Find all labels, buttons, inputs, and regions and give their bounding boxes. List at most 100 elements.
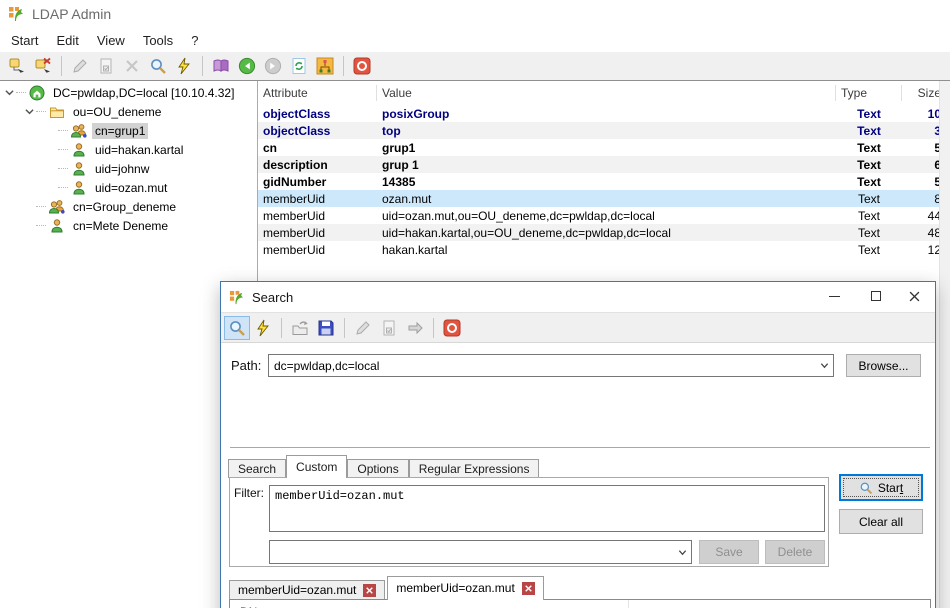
tree-item-ozan-mut[interactable]: uid=ozan.mut <box>0 178 257 197</box>
result-tab-label: memberUid=ozan.mut <box>238 583 357 597</box>
column-header-type[interactable]: Type <box>836 85 902 101</box>
filter-label: Filter: <box>234 486 264 500</box>
close-icon <box>909 291 919 301</box>
stop-search-button[interactable] <box>439 316 465 340</box>
tree-item-label: cn=Group_deneme <box>73 199 177 214</box>
toolbar-separator <box>281 317 282 338</box>
search-button[interactable] <box>145 54 171 78</box>
close-tab-icon[interactable] <box>363 583 377 597</box>
tree-item-mete-deneme[interactable]: cn=Mete Deneme <box>0 216 257 235</box>
app-logo-icon <box>9 7 23 21</box>
browse-button[interactable]: Browse... <box>846 354 921 377</box>
tree-item-group-deneme[interactable]: cn=Group_deneme <box>0 197 257 216</box>
person-icon <box>51 218 63 232</box>
edit-result-attributes-button[interactable] <box>376 316 402 340</box>
schema-browser-button[interactable] <box>208 54 234 78</box>
chevron-down-icon[interactable] <box>2 88 16 97</box>
chevron-down-icon[interactable] <box>815 361 833 370</box>
tree-item-hakan-kartal[interactable]: uid=hakan.kartal <box>0 140 257 159</box>
save-filter-button[interactable]: Save <box>699 540 759 564</box>
path-combobox[interactable]: dc=pwldap,dc=local <box>268 354 834 377</box>
table-row[interactable]: cn grup1 Text 5 <box>258 139 950 156</box>
maximize-icon <box>871 291 881 301</box>
chevron-down-icon[interactable] <box>673 548 691 557</box>
menu-edit[interactable]: Edit <box>47 30 87 51</box>
table-row[interactable]: memberUid hakan.kartal Text 12 <box>258 241 950 258</box>
person-icon <box>73 142 85 156</box>
navigate-forward-button[interactable] <box>260 54 286 78</box>
tab-options[interactable]: Options <box>347 459 409 478</box>
document-check-icon <box>100 58 112 74</box>
table-row[interactable]: memberUid uid=hakan.kartal,ou=OU_deneme,d… <box>258 224 950 241</box>
menu-start[interactable]: Start <box>2 30 47 51</box>
close-tab-icon[interactable] <box>521 581 535 595</box>
results-column-header-dn[interactable]: DN <box>230 600 930 608</box>
app-title: LDAP Admin <box>32 6 112 22</box>
directory-tree-button[interactable] <box>312 54 338 78</box>
vertical-scrollbar[interactable] <box>939 81 950 608</box>
path-label: Path: <box>231 358 262 373</box>
search-dialog: Search Path: dc=pwldap,dc=local Browse..… <box>220 281 936 608</box>
edit-entry-button[interactable] <box>67 54 93 78</box>
menu-tools[interactable]: Tools <box>134 30 182 51</box>
tree-item-ou-deneme[interactable]: ou=OU_deneme <box>0 102 257 121</box>
table-row-selected[interactable]: memberUid ozan.mut Text 8 <box>258 190 950 207</box>
fast-search-button[interactable] <box>171 54 197 78</box>
tree-item-johnw[interactable]: uid=johnw <box>0 159 257 178</box>
tree-item-grup1[interactable]: cn=grup1 <box>0 121 257 140</box>
goto-entry-button[interactable] <box>402 316 428 340</box>
search-dialog-titlebar[interactable]: Search <box>221 282 935 312</box>
table-row[interactable]: objectClass posixGroup Text 10 <box>258 105 950 122</box>
table-row[interactable]: description grup 1 Text 6 <box>258 156 950 173</box>
tab-custom[interactable]: Custom <box>286 455 348 478</box>
filter-input[interactable]: memberUid=ozan.mut <box>269 485 825 532</box>
result-tab-1[interactable]: memberUid=ozan.mut <box>229 580 386 600</box>
table-row[interactable]: objectClass top Text 3 <box>258 122 950 139</box>
main-titlebar: LDAP Admin <box>0 0 950 28</box>
path-value: dc=pwldap,dc=local <box>274 358 380 373</box>
column-header-attribute[interactable]: Attribute <box>258 85 377 101</box>
server-icon <box>29 85 45 100</box>
save-results-button[interactable] <box>313 316 339 340</box>
table-row[interactable]: memberUid uid=ozan.mut,ou=OU_deneme,dc=pw… <box>258 207 950 224</box>
main-menubar: Start Edit View Tools ? <box>0 28 950 52</box>
close-button[interactable] <box>897 282 931 310</box>
fast-search-mode-button[interactable] <box>250 316 276 340</box>
result-tab-2[interactable]: memberUid=ozan.mut <box>387 576 544 600</box>
start-button[interactable]: Start <box>839 474 923 501</box>
edit-attributes-button[interactable] <box>93 54 119 78</box>
tree-item-root[interactable]: DC=pwldap,DC=local [10.10.4.32] <box>0 83 257 102</box>
person-icon <box>73 161 85 175</box>
toolbar-separator <box>202 56 203 76</box>
book-icon <box>213 59 229 72</box>
connect-button[interactable] <box>4 54 30 78</box>
refresh-button[interactable] <box>286 54 312 78</box>
chevron-down-icon[interactable] <box>22 107 36 116</box>
saved-filter-combobox[interactable] <box>269 540 692 564</box>
menu-help[interactable]: ? <box>182 30 207 51</box>
maximize-button[interactable] <box>859 282 893 310</box>
search-icon <box>151 59 166 74</box>
edit-result-button[interactable] <box>350 316 376 340</box>
menu-view[interactable]: View <box>88 30 134 51</box>
dialog-title: Search <box>252 289 294 305</box>
minimize-button[interactable] <box>817 282 851 310</box>
navigate-back-button[interactable] <box>234 54 260 78</box>
open-folder-icon <box>292 320 308 335</box>
tree-item-label: cn=grup1 <box>92 122 149 139</box>
pencil-icon <box>356 320 370 335</box>
delete-filter-button[interactable]: Delete <box>765 540 825 564</box>
load-filter-button[interactable] <box>287 316 313 340</box>
tab-regular-expressions[interactable]: Regular Expressions <box>408 459 540 478</box>
refresh-icon <box>292 58 306 74</box>
tab-search[interactable]: Search <box>228 459 287 478</box>
disconnect-button[interactable] <box>30 54 56 78</box>
attribute-table-header: Attribute Value Type Size <box>258 81 950 105</box>
column-header-value[interactable]: Value <box>377 85 836 101</box>
search-mode-button[interactable] <box>224 315 250 340</box>
stop-icon <box>353 57 371 75</box>
delete-entry-button[interactable] <box>119 54 145 78</box>
clear-all-button[interactable]: Clear all <box>839 509 923 534</box>
exit-button[interactable] <box>349 54 375 78</box>
table-row[interactable]: gidNumber 14385 Text 5 <box>258 173 950 190</box>
